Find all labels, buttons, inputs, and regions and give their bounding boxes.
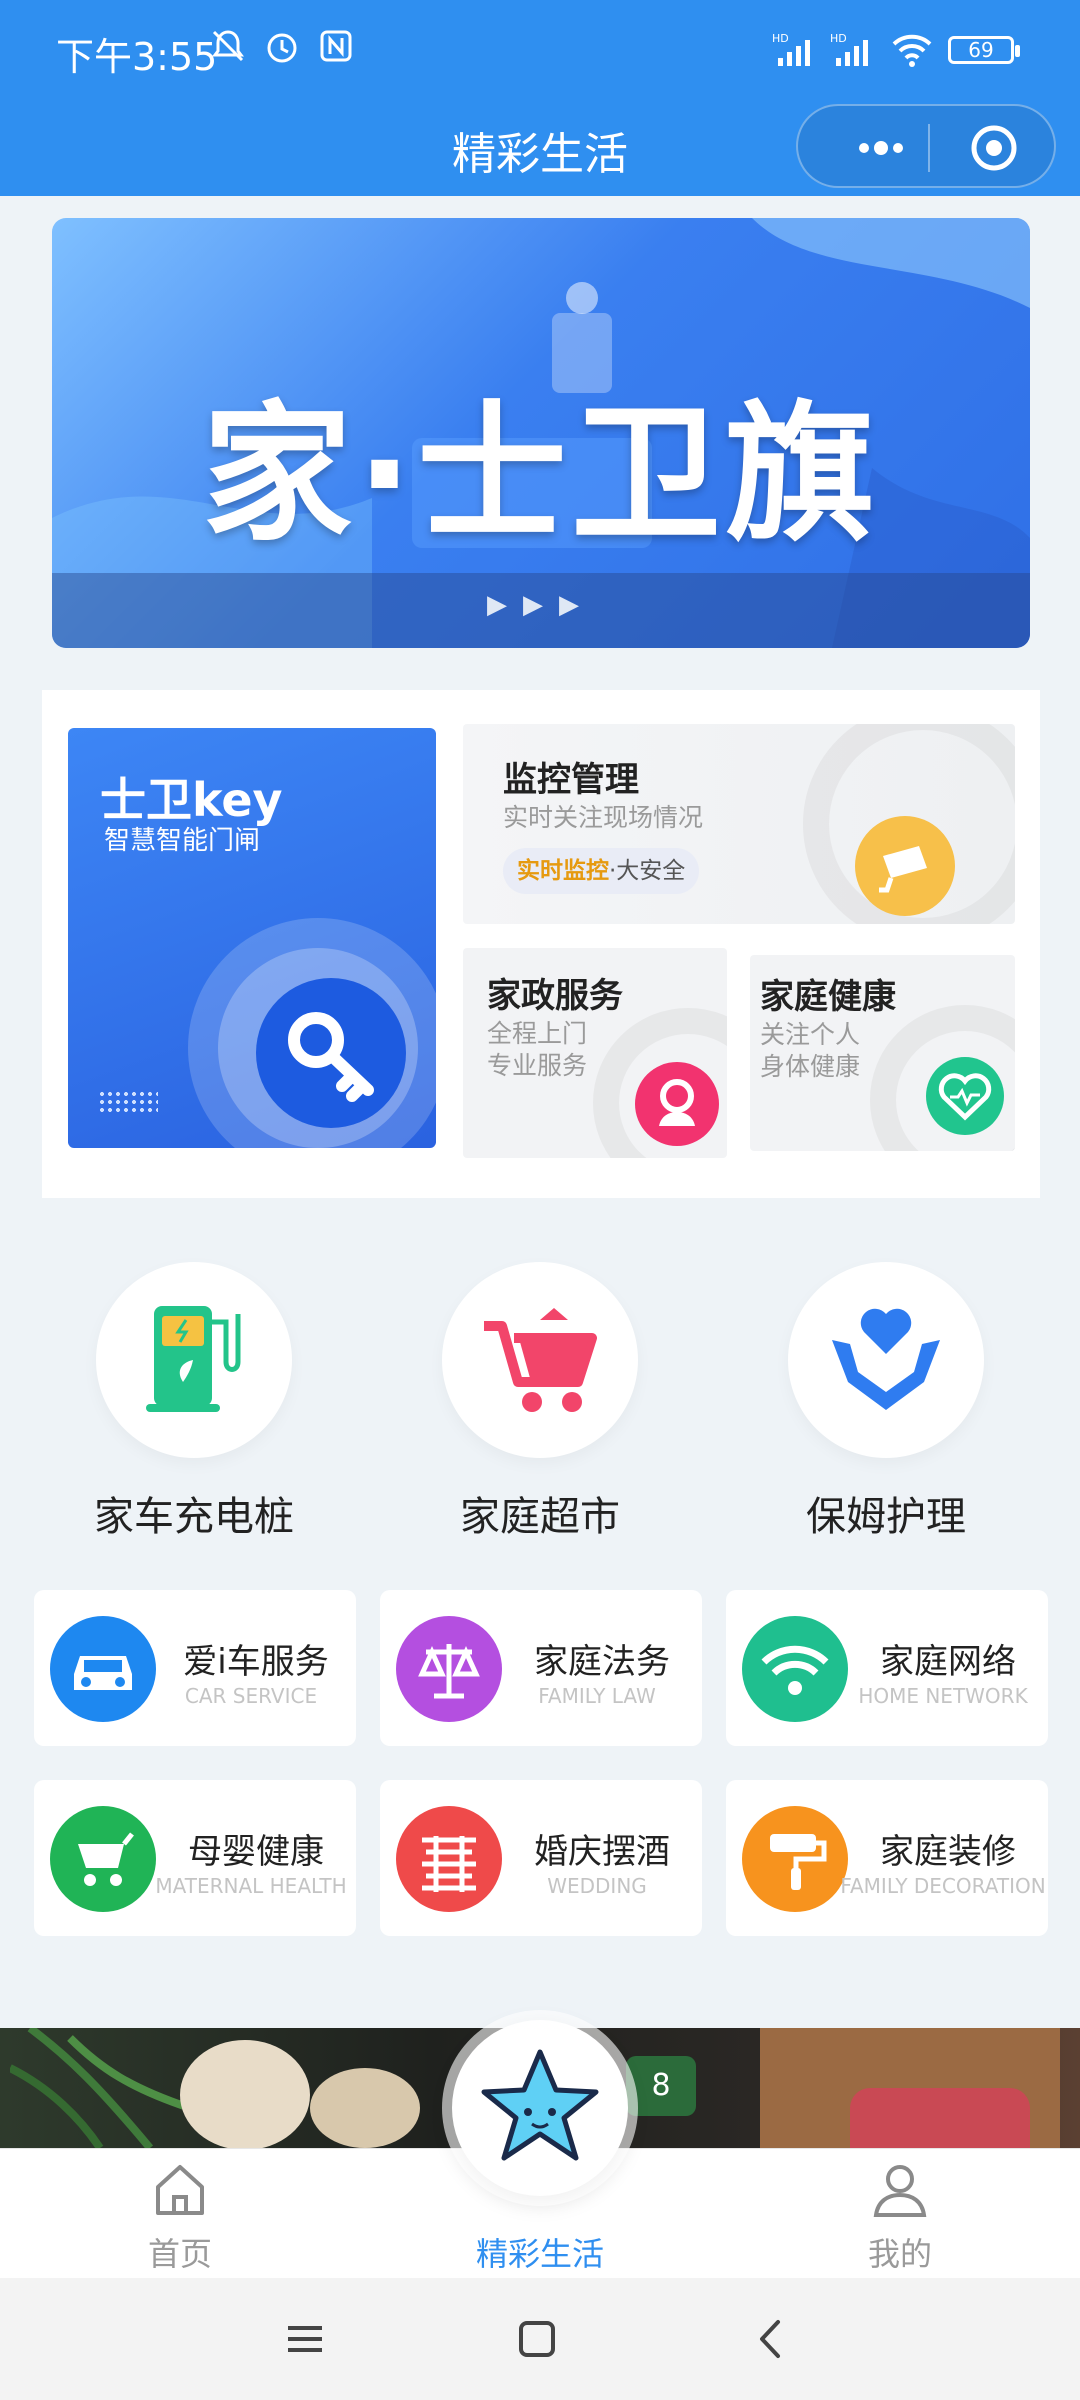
- stroller-icon: [50, 1806, 156, 1912]
- leaf-decoration-icon: [10, 2028, 190, 2148]
- ad-meat: [850, 2088, 1030, 2148]
- card-monitor[interactable]: 监控管理 实时关注现场情况 实时监控·大安全: [463, 724, 1015, 924]
- svg-text:HD: HD: [830, 32, 847, 45]
- system-nav-bar: [0, 2278, 1080, 2400]
- nfc-icon: [316, 26, 356, 66]
- signal-hd-icon: HD: [772, 32, 810, 66]
- service-decoration[interactable]: 家庭装修 FAMILY DECORATION: [726, 1780, 1048, 1936]
- service-network-en: HOME NETWORK: [858, 1684, 1028, 1708]
- alarm-icon: [262, 26, 302, 66]
- tab-life-label: 精彩生活: [475, 2235, 604, 2273]
- heart-pulse-icon: [926, 1057, 1004, 1135]
- banner-title: 家·士卫旗: [202, 388, 879, 562]
- service-network[interactable]: 家庭网络 HOME NETWORK: [726, 1590, 1048, 1746]
- service-wedding-name: 婚庆摆酒: [534, 1832, 670, 1872]
- card-smart-key[interactable]: 士卫key 智慧智能门闸: [68, 728, 436, 1148]
- status-time: 下午3:55: [56, 35, 218, 79]
- tab-mine-label: 我的: [867, 2235, 932, 2273]
- service-wedding[interactable]: 婚庆摆酒 WEDDING: [380, 1780, 702, 1936]
- card-housekeeping[interactable]: 家政服务 全程上门 专业服务: [463, 948, 727, 1158]
- tab-mine[interactable]: 我的: [800, 2149, 1000, 2279]
- ad-bowl-2: [310, 2068, 420, 2148]
- svg-text:HD: HD: [772, 32, 789, 45]
- service-decoration-en: FAMILY DECORATION: [840, 1874, 1046, 1898]
- tag-rest: ·大安全: [609, 858, 686, 884]
- capsule-divider: [928, 124, 930, 172]
- camera-icon: [855, 816, 955, 916]
- scales-icon: [396, 1616, 502, 1722]
- key-icon: [256, 978, 406, 1128]
- discount-badge: 8: [626, 2056, 696, 2116]
- service-maternal-en: MATERNAL HEALTH: [155, 1874, 347, 1898]
- wifi-icon: [742, 1616, 848, 1722]
- home-icon: [156, 2165, 204, 2215]
- quick-item-supermarket-label: 家庭超市: [460, 1494, 620, 1540]
- service-wedding-en: WEDDING: [547, 1874, 647, 1898]
- service-decoration-name: 家庭装修: [880, 1832, 1016, 1872]
- wifi-status-icon: [892, 34, 932, 67]
- card-key-subtitle: 智慧智能门闸: [104, 826, 261, 856]
- tab-home[interactable]: 首页: [80, 2149, 280, 2279]
- card-monitor-subtitle: 实时关注现场情况: [503, 803, 704, 832]
- signal-hd-icon-2: HD: [830, 32, 868, 66]
- service-car-name: 爱i车服务: [183, 1642, 329, 1682]
- quick-item-nanny-care-label: 保姆护理: [806, 1494, 966, 1540]
- double-happiness-icon: [396, 1806, 502, 1912]
- menu-icon[interactable]: [280, 2314, 330, 2364]
- shopping-cart-icon: [442, 1262, 638, 1458]
- quick-icon-row: 家车充电桩 家庭超市 保姆护理: [0, 1262, 1080, 1562]
- home-square-icon[interactable]: [512, 2314, 562, 2364]
- close-target-icon[interactable]: [970, 124, 1018, 172]
- status-bar: 下午3:55 HD HD 69: [0, 0, 1080, 100]
- service-law-en: FAMILY LAW: [538, 1684, 656, 1708]
- service-network-name: 家庭网络: [880, 1642, 1016, 1682]
- mute-bell-icon: [208, 26, 248, 66]
- center-star-button[interactable]: [452, 2020, 628, 2196]
- quick-item-ev-charger-label: 家车充电桩: [94, 1494, 294, 1540]
- card-housekeeping-line1: 全程上门: [487, 1019, 588, 1048]
- card-monitor-title: 监控管理: [503, 760, 639, 800]
- car-icon: [50, 1616, 156, 1722]
- card-key-dots: [98, 1090, 158, 1116]
- card-monitor-tag: 实时监控·大安全: [503, 848, 700, 894]
- promo-banner[interactable]: 家·士卫旗 ▶▶▶: [52, 218, 1030, 648]
- back-icon[interactable]: [746, 2314, 796, 2364]
- service-maternal[interactable]: 母婴健康 MATERNAL HEALTH: [34, 1780, 356, 1936]
- care-hands-icon: [788, 1262, 984, 1458]
- service-maternal-name: 母婴健康: [188, 1832, 324, 1872]
- card-housekeeping-line2: 专业服务: [487, 1051, 588, 1080]
- user-icon: [873, 2165, 927, 2217]
- ad-bowl: [180, 2040, 310, 2150]
- ev-charger-icon: [96, 1262, 292, 1458]
- service-law-name: 家庭法务: [534, 1642, 670, 1682]
- service-car-en: CAR SERVICE: [184, 1684, 318, 1708]
- star-icon: [481, 2049, 599, 2161]
- paint-roller-icon: [742, 1806, 848, 1912]
- service-car[interactable]: 爱i车服务 CAR SERVICE: [34, 1590, 356, 1746]
- card-health-line2: 身体健康: [760, 1052, 861, 1081]
- card-health-line1: 关注个人: [760, 1020, 861, 1049]
- miniprogram-capsule: [796, 104, 1056, 188]
- more-dots-icon[interactable]: [836, 126, 926, 170]
- card-housekeeping-title: 家政服务: [487, 976, 623, 1016]
- banner-play-arrows-icon: ▶▶▶: [487, 590, 595, 620]
- status-icons: [208, 26, 356, 66]
- tag-highlight: 实时监控: [517, 858, 609, 884]
- app-header: 下午3:55 HD HD 69 精彩生活: [0, 0, 1080, 196]
- tab-home-label: 首页: [147, 2235, 212, 2273]
- battery-level: 69: [948, 36, 1020, 64]
- card-family-health[interactable]: 家庭健康 关注个人 身体健康: [750, 955, 1015, 1151]
- maid-icon: [635, 1062, 719, 1146]
- card-health-title: 家庭健康: [760, 977, 896, 1017]
- service-law[interactable]: 家庭法务 FAMILY LAW: [380, 1590, 702, 1746]
